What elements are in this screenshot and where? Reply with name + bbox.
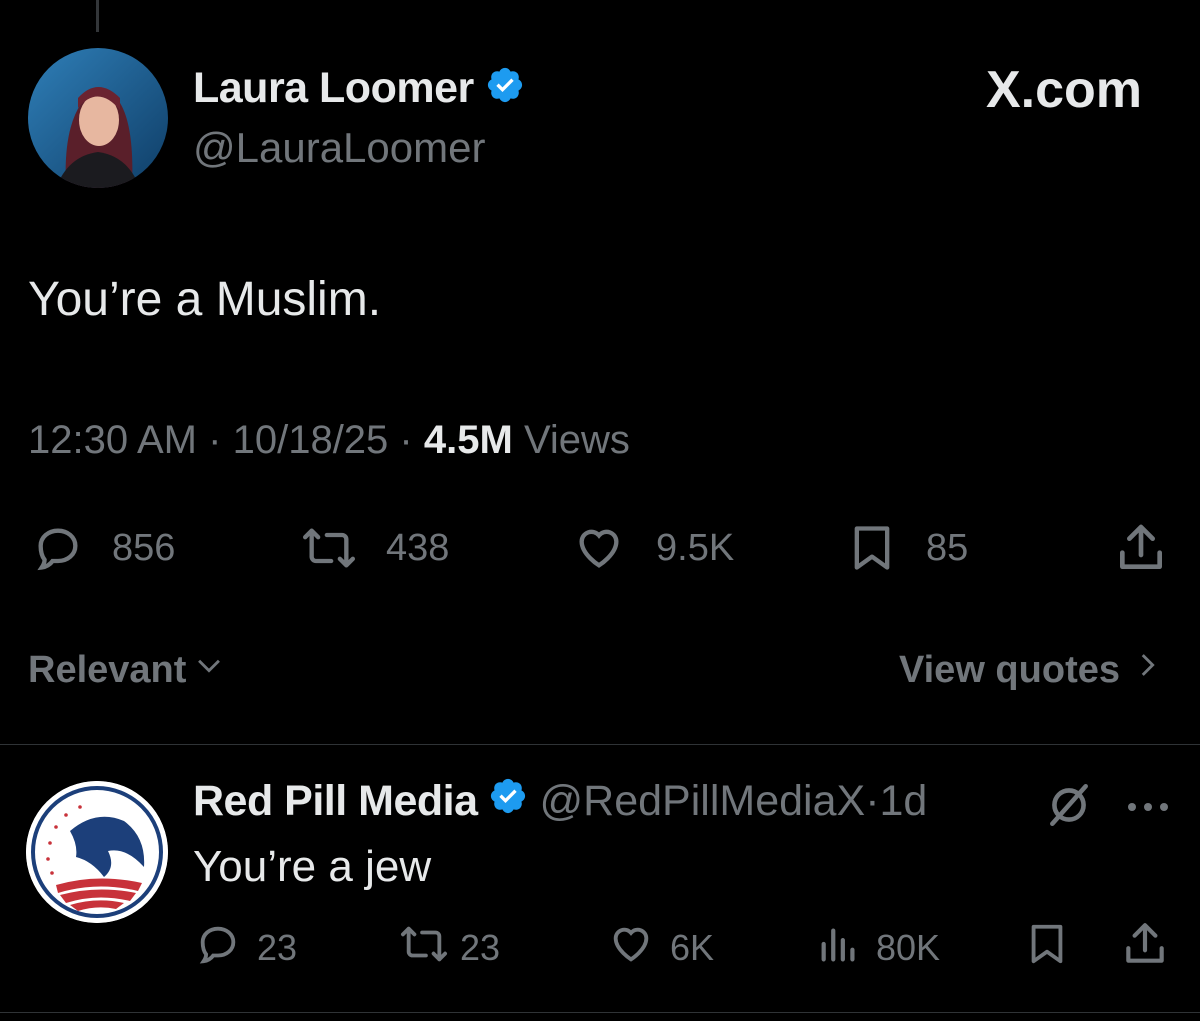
reply-icon xyxy=(28,522,88,574)
chevron-right-icon xyxy=(1130,648,1164,692)
repost-count: 438 xyxy=(386,526,450,569)
like-count: 9.5K xyxy=(656,526,735,569)
reply-separator: · xyxy=(865,777,880,825)
reply-views-button[interactable]: 80K xyxy=(816,918,940,978)
share-button[interactable] xyxy=(1112,518,1170,578)
verified-badge-icon xyxy=(488,776,528,827)
sort-label: Relevant xyxy=(28,648,187,691)
views-count: 4.5M xyxy=(423,418,513,462)
meta-separator: · xyxy=(208,418,222,462)
replies-sort-row: Relevant View quotes xyxy=(0,648,1200,698)
reply-reply-count: 23 xyxy=(257,927,298,968)
author-name[interactable]: Laura Loomer xyxy=(193,64,525,116)
reply-repost-count: 23 xyxy=(460,927,501,968)
tweet-meta: 12:30 AM · 10/18/25 · 4.5M Views xyxy=(28,418,630,463)
bookmark-icon xyxy=(846,520,898,576)
reply-share-button[interactable] xyxy=(1120,918,1170,978)
bookmark-icon xyxy=(1024,919,1070,978)
reply-repost-button[interactable]: 23 xyxy=(396,918,500,978)
bookmark-button[interactable]: 85 xyxy=(846,518,968,578)
reply-actions-bar: 23 23 6K 80K xyxy=(0,918,1200,978)
repost-icon xyxy=(296,522,362,574)
repost-icon xyxy=(396,921,452,976)
divider xyxy=(0,744,1200,745)
tweet-actions-bar: 856 438 9.5K 85 xyxy=(0,518,1200,578)
verified-badge-icon xyxy=(485,65,525,116)
reply-reply-button[interactable]: 23 xyxy=(193,918,297,978)
reply-views-count: 80K xyxy=(876,927,941,968)
tweet-date[interactable]: 10/18/25 xyxy=(233,418,389,462)
heart-icon xyxy=(570,522,628,574)
reply-like-count: 6K xyxy=(670,927,715,968)
reply-time[interactable]: 1d xyxy=(880,777,928,826)
reply-text: You’re a jew xyxy=(193,842,432,891)
author-name-text[interactable]: Laura Loomer xyxy=(193,64,474,112)
chevron-down-icon xyxy=(192,648,226,692)
reply-icon xyxy=(193,921,243,976)
reply-avatar[interactable] xyxy=(26,781,168,923)
reply-header: Red Pill Media @RedPillMediaX · 1d xyxy=(193,776,927,827)
heart-icon xyxy=(606,921,656,976)
bookmark-count: 85 xyxy=(926,526,969,569)
reply-author-name[interactable]: Red Pill Media xyxy=(193,777,478,826)
reply-like-button[interactable]: 6K xyxy=(606,918,714,978)
tweet-text: You’re a Muslim. xyxy=(28,273,382,326)
grok-icon[interactable] xyxy=(1044,780,1094,835)
views-label: Views xyxy=(523,418,630,462)
more-options-icon[interactable] xyxy=(1126,800,1170,818)
share-icon xyxy=(1112,520,1170,576)
view-quotes-label: View quotes xyxy=(898,648,1120,691)
analytics-icon xyxy=(816,921,862,976)
repost-button[interactable]: 438 xyxy=(296,518,449,578)
view-quotes-link[interactable]: View quotes xyxy=(899,648,1164,692)
author-handle[interactable]: @LauraLoomer xyxy=(193,124,485,172)
x-logo: X.com xyxy=(985,61,1142,119)
reply-button[interactable]: 856 xyxy=(28,518,175,578)
tweet-time[interactable]: 12:30 AM xyxy=(28,418,197,462)
share-icon xyxy=(1120,919,1170,978)
thread-connector-line xyxy=(96,0,99,32)
reply-bookmark-button[interactable] xyxy=(1024,918,1070,978)
reply-author-handle[interactable]: @RedPillMediaX xyxy=(540,777,866,826)
like-button[interactable]: 9.5K xyxy=(570,518,734,578)
reply-count: 856 xyxy=(112,526,176,569)
sort-dropdown[interactable]: Relevant xyxy=(28,648,226,692)
author-avatar[interactable] xyxy=(28,48,168,188)
divider xyxy=(0,1012,1200,1013)
meta-separator: · xyxy=(399,418,413,462)
